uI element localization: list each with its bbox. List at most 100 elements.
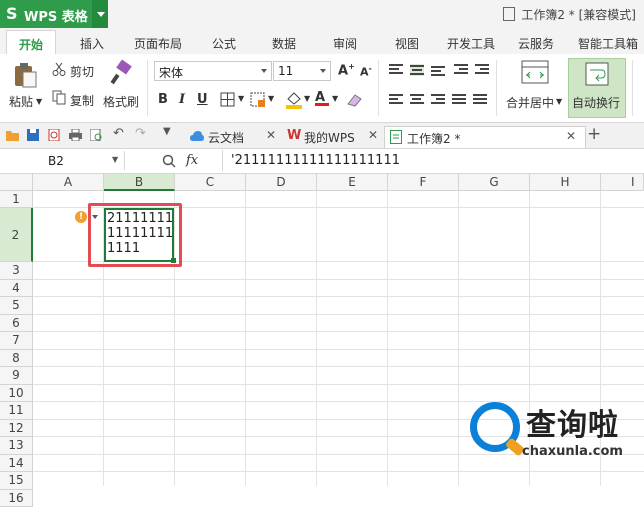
scissors-icon[interactable] [52, 62, 66, 76]
copy-button[interactable]: 复制 [70, 92, 94, 109]
tab-review[interactable]: 审阅 [333, 35, 357, 52]
column-header-f[interactable]: F [388, 174, 459, 191]
chevron-down-icon[interactable]: ▼ [112, 155, 118, 164]
decrease-font-size-icon[interactable]: A- [360, 64, 372, 79]
export-pdf-icon[interactable] [48, 129, 61, 141]
italic-icon[interactable]: I [179, 92, 185, 107]
column-header-d[interactable]: D [246, 174, 317, 191]
close-tab-icon[interactable]: ✕ [566, 129, 576, 143]
tab-data[interactable]: 数据 [272, 35, 296, 52]
increase-font-size-icon[interactable]: A+ [338, 62, 355, 78]
tab-page-layout[interactable]: 页面布局 [134, 35, 182, 52]
row-header-13[interactable]: 13 [0, 437, 33, 455]
row-header-5[interactable]: 5 [0, 297, 33, 315]
column-header-h[interactable]: H [530, 174, 601, 191]
font-color-icon[interactable]: A [315, 90, 329, 106]
new-tab-plus-icon[interactable]: + [587, 124, 601, 144]
column-header-b[interactable]: B [104, 174, 175, 191]
row-header-10[interactable]: 10 [0, 385, 33, 403]
row-header-9[interactable]: 9 [0, 367, 33, 385]
paste-icon[interactable] [12, 62, 38, 88]
distributed-align-icon[interactable] [473, 94, 487, 106]
decrease-indent-icon[interactable] [454, 64, 468, 76]
row-header-16[interactable]: 16 [0, 490, 33, 507]
name-box[interactable]: B2 ▼ [0, 151, 125, 170]
font-color-dropdown-icon[interactable]: ▼ [332, 94, 338, 103]
column-header-e[interactable]: E [317, 174, 388, 191]
row-header-15[interactable]: 15 [0, 472, 33, 490]
underline-icon[interactable]: U [197, 92, 208, 107]
tab-home[interactable]: 开始 [6, 30, 56, 54]
fx-insert-function-button[interactable]: fx [186, 153, 198, 168]
merge-center-button[interactable]: 合并居中 [506, 94, 554, 111]
close-tab-icon[interactable]: ✕ [368, 128, 378, 142]
wrap-text-icon [585, 62, 609, 86]
formula-input[interactable]: '21111111111111111111 [222, 150, 644, 171]
doc-tab-my-wps[interactable]: W 我的WPS ✕ [284, 126, 380, 147]
format-painter-icon[interactable] [108, 60, 134, 86]
row-header-1[interactable]: 1 [0, 191, 33, 208]
column-header-a[interactable]: A [33, 174, 104, 191]
borders-icon[interactable] [220, 92, 236, 108]
paste-dropdown-icon[interactable]: ▼ [36, 97, 42, 106]
align-center-icon[interactable] [410, 94, 424, 106]
app-menu-button[interactable]: S WPS 表格 [0, 0, 108, 28]
print-preview-icon[interactable] [90, 129, 103, 141]
tab-insert[interactable]: 插入 [80, 35, 104, 52]
align-top-icon[interactable] [389, 64, 403, 76]
tab-cloud-service[interactable]: 云服务 [518, 35, 554, 52]
tab-view[interactable]: 视图 [395, 35, 419, 52]
align-right-icon[interactable] [431, 94, 445, 106]
column-header-i[interactable]: I [601, 174, 644, 191]
row-header-3[interactable]: 3 [0, 262, 33, 280]
align-left-icon[interactable] [389, 94, 403, 106]
merge-cells-style-icon[interactable] [250, 92, 266, 108]
doc-tab-workbook2[interactable]: 工作簿2 * ✕ [384, 126, 586, 148]
row-header-4[interactable]: 4 [0, 280, 33, 298]
font-size-select[interactable]: 11 [273, 61, 331, 81]
doc-tab-cloud-docs[interactable]: 云文档 ✕ [186, 126, 280, 147]
open-folder-icon[interactable] [6, 129, 19, 141]
error-warning-icon[interactable]: ! [75, 211, 87, 223]
row-header-12[interactable]: 12 [0, 420, 33, 438]
column-header-g[interactable]: G [459, 174, 530, 191]
wrap-text-button[interactable]: 自动换行 [568, 58, 626, 118]
tab-smart-toolbox[interactable]: 智能工具箱 [578, 35, 638, 52]
clear-format-icon[interactable] [345, 92, 363, 108]
tab-developer[interactable]: 开发工具 [447, 35, 495, 52]
row-header-6[interactable]: 6 [0, 315, 33, 333]
save-icon[interactable] [27, 129, 40, 141]
bold-icon[interactable]: B [158, 92, 168, 107]
redo-icon[interactable]: ↷ [135, 126, 148, 138]
row-header-11[interactable]: 11 [0, 402, 33, 420]
font-name-select[interactable]: 宋体 [154, 61, 272, 81]
format-painter-button[interactable]: 格式刷 [103, 93, 139, 110]
fill-color-icon[interactable] [285, 91, 303, 109]
align-bottom-icon[interactable] [431, 64, 445, 76]
print-icon[interactable] [69, 129, 82, 141]
close-tab-icon[interactable]: ✕ [266, 128, 276, 142]
justify-icon[interactable] [452, 94, 466, 106]
row-header-8[interactable]: 8 [0, 350, 33, 368]
tab-formulas[interactable]: 公式 [212, 35, 236, 52]
borders-dropdown-icon[interactable]: ▼ [238, 94, 244, 103]
column-header-c[interactable]: C [175, 174, 246, 191]
copy-icon[interactable] [52, 90, 66, 105]
merge-center-icon[interactable] [521, 60, 549, 84]
select-all-corner[interactable] [0, 174, 33, 191]
increase-indent-icon[interactable] [475, 64, 489, 76]
fill-color-dropdown-icon[interactable]: ▼ [304, 94, 310, 103]
quick-access-dropdown-icon[interactable]: ▼ [163, 126, 176, 138]
row-header-7[interactable]: 7 [0, 332, 33, 350]
app-menu-dropdown-icon[interactable] [92, 0, 108, 28]
merge-center-dropdown-icon[interactable]: ▼ [556, 97, 562, 106]
cell-style-dropdown-icon[interactable]: ▼ [268, 94, 274, 103]
cut-button[interactable]: 剪切 [70, 63, 94, 80]
paste-button[interactable]: 粘贴 [9, 93, 33, 110]
warning-dropdown-icon[interactable] [92, 215, 98, 222]
zoom-search-icon[interactable] [162, 154, 176, 168]
align-middle-icon[interactable] [410, 64, 424, 76]
undo-icon[interactable]: ↶ [113, 126, 126, 138]
row-header-2[interactable]: 2 [0, 208, 33, 262]
row-header-14[interactable]: 14 [0, 455, 33, 473]
